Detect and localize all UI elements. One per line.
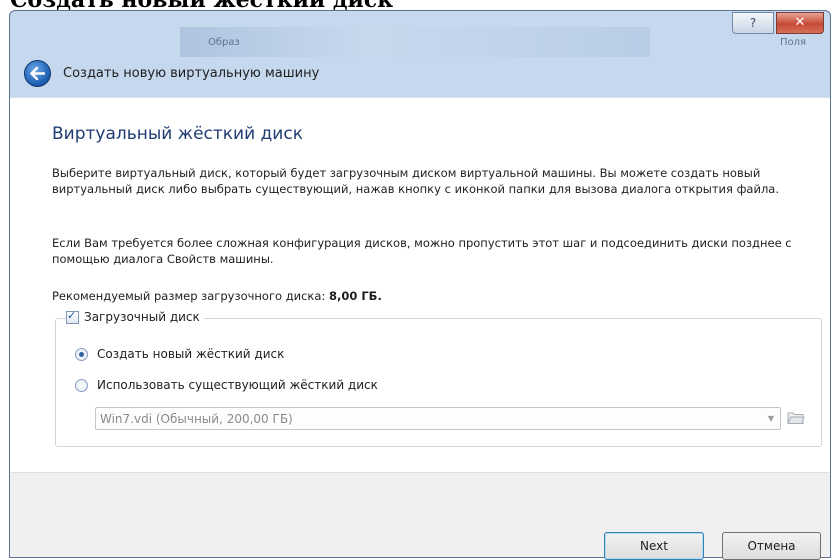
background-window-label: Поля	[780, 37, 807, 48]
create-new-disk-radio[interactable]: Создать новый жёсткий диск	[75, 347, 284, 361]
boot-disk-label: Загрузочный диск	[84, 310, 200, 324]
back-arrow-icon	[30, 66, 45, 80]
checkbox-checked-icon[interactable]	[66, 309, 79, 324]
description-text: Выберите виртуальный диск, который будет…	[52, 166, 779, 196]
choose-disk-file-button[interactable]	[785, 406, 807, 428]
existing-disk-select[interactable]: Win7.vdi (Обычный, 200,00 ГБ) ▼	[95, 407, 781, 430]
create-new-disk-label: Создать новый жёсткий диск	[97, 347, 285, 361]
radio-unselected-icon[interactable]	[75, 378, 88, 392]
page-title: Виртуальный жёсткий диск	[52, 124, 303, 144]
boot-disk-checkbox[interactable]: Загрузочный диск	[66, 309, 204, 324]
background-window-label: Образ	[208, 37, 240, 48]
chevron-down-icon[interactable]: ▼	[762, 414, 780, 423]
cancel-button[interactable]: Отмена	[722, 532, 821, 560]
back-button[interactable]	[24, 59, 51, 87]
use-existing-disk-label: Использовать существующий жёсткий диск	[97, 378, 378, 392]
recommended-size-value: 8,00 ГБ.	[328, 289, 382, 303]
dialog-window: Образ Поля ? ✕ Создать новую виртуальную…	[9, 10, 831, 558]
next-button[interactable]: Next	[604, 532, 704, 560]
recommended-size-text: Рекомендуемый размер загрузочного диска:…	[52, 288, 812, 304]
title-bar-controls: ? ✕	[732, 12, 824, 34]
wizard-page: Виртуальный жёсткий диск Выберите виртуа…	[10, 97, 830, 472]
wizard-title: Создать новую виртуальную машину	[63, 65, 320, 81]
folder-icon	[787, 412, 805, 424]
radio-selected-icon[interactable]	[75, 347, 88, 361]
button-bar	[10, 472, 830, 557]
wizard-header: Создать новую виртуальную машину	[10, 56, 830, 90]
close-button[interactable]: ✕	[776, 12, 824, 34]
recommended-size-label: Рекомендуемый размер загрузочного диска:	[52, 289, 326, 303]
existing-disk-value: Win7.vdi (Обычный, 200,00 ГБ)	[100, 411, 293, 426]
help-button[interactable]: ?	[732, 12, 774, 34]
advanced-config-text: Если Вам требуется более сложная конфигу…	[52, 236, 792, 266]
use-existing-disk-radio[interactable]: Использовать существующий жёсткий диск	[75, 378, 378, 392]
